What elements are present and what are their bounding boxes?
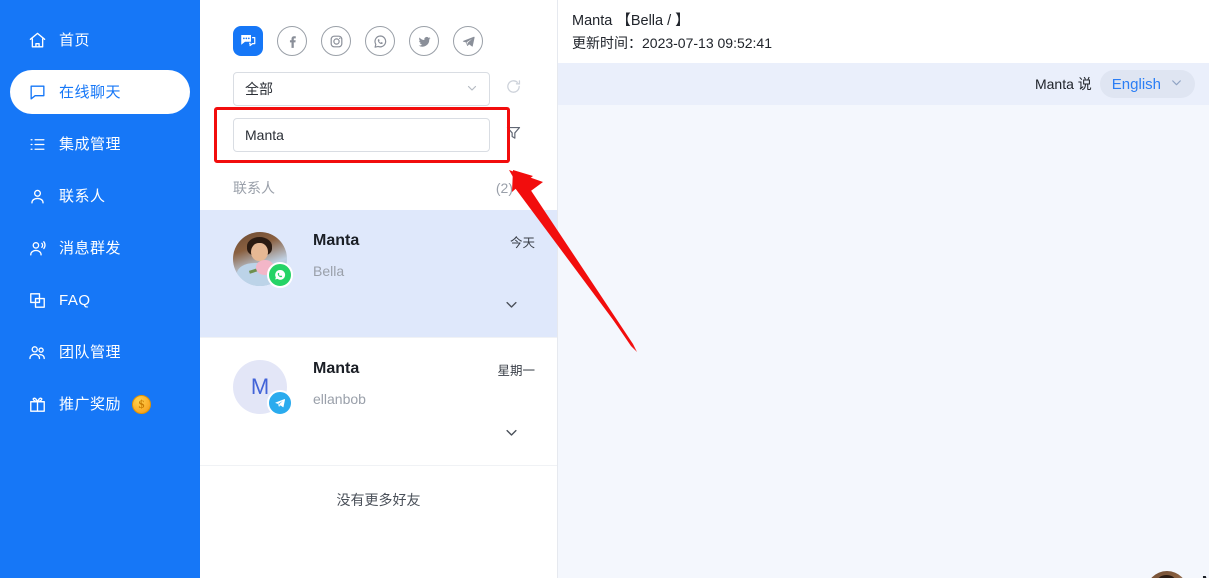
- filter-row-select: 全部: [233, 72, 524, 106]
- contact-time: 星期一: [497, 364, 535, 378]
- whatsapp-badge-icon: [267, 262, 293, 288]
- user-icon: [27, 186, 47, 206]
- channel-tab-instagram[interactable]: [321, 26, 351, 56]
- list-end-message: 没有更多好友: [336, 492, 421, 508]
- message-main: Manta 今天 09:52 Good morning, the best ea…: [1188, 571, 1209, 578]
- contact-list-count: (2): [495, 180, 513, 196]
- contact-body: Manta 今天 Bella: [287, 232, 557, 337]
- channel-tabs: [200, 0, 557, 56]
- broadcast-icon: [27, 238, 47, 258]
- sidebar-item-label: 集成管理: [59, 135, 122, 153]
- language-bar: Manta 说 English: [558, 63, 1209, 105]
- contact-name: Manta: [313, 232, 360, 249]
- sidebar-item-contacts[interactable]: 联系人: [10, 174, 190, 218]
- app-root: 首页 在线聊天 集成管理 联系人 消息群发 FAQ 团队管理 推广奖励 $ 全部…: [0, 0, 1209, 578]
- contact-subtitle: ellanbob: [313, 391, 366, 407]
- contact-top-row: Manta 今天: [313, 232, 545, 251]
- sidebar-item-broadcast[interactable]: 消息群发: [10, 226, 190, 270]
- telegram-badge-icon: [267, 390, 293, 416]
- contact-body: Manta 星期一 ellanbob: [287, 360, 557, 465]
- avatar-wrapper: [233, 232, 293, 288]
- avatar-wrapper: M: [233, 360, 293, 416]
- chevron-down-icon: [466, 82, 478, 97]
- expand-chevron-icon[interactable]: [504, 297, 519, 315]
- chat-header: Manta 【Bella / 】 更新时间：2023-07-13 09:52:4…: [558, 0, 1209, 63]
- conversation-list-panel: 全部 Manta 联系人 (2) Manta 今天 Bella M Manta …: [200, 0, 558, 578]
- contact-list-header: 联系人 (2): [200, 166, 557, 210]
- sidebar-item-label: 首页: [59, 31, 91, 49]
- users-icon: [27, 342, 47, 362]
- copy-icon: [27, 290, 47, 310]
- channel-tab-whatsapp[interactable]: [365, 26, 395, 56]
- contact-time: 今天: [509, 236, 535, 250]
- contact-list-item-1[interactable]: M Manta 星期一 ellanbob: [200, 338, 557, 466]
- sidebar-item-team[interactable]: 团队管理: [10, 330, 190, 374]
- message-avatar-wrapper: [1146, 571, 1188, 578]
- chat-messages: Manta 今天 09:52 Good morning, the best ea…: [558, 105, 1209, 578]
- sidebar-item-home[interactable]: 首页: [10, 18, 190, 62]
- coin-badge: $: [132, 394, 152, 414]
- contact-subtitle: Bella: [313, 263, 345, 279]
- sidebar-item-online-chat[interactable]: 在线聊天: [10, 70, 190, 114]
- avatar-photo: [1146, 571, 1188, 578]
- language-select[interactable]: English: [1099, 70, 1195, 98]
- contact-name: Manta: [313, 360, 360, 377]
- sidebar-item-label: FAQ: [59, 291, 91, 309]
- filter-controls: 全部 Manta: [200, 56, 557, 163]
- message-meta: Manta 今天 09:52: [1202, 571, 1209, 578]
- filter-icon: [505, 124, 522, 146]
- avatar-initial: M: [250, 374, 270, 399]
- chat-bubble-icon: [27, 82, 47, 102]
- status-select[interactable]: 全部: [233, 72, 490, 106]
- search-input-value: Manta: [245, 127, 284, 143]
- channel-tab-telegram[interactable]: [453, 26, 483, 56]
- channel-tab-chat[interactable]: [233, 26, 263, 56]
- sidebar-item-label: 在线聊天: [59, 83, 122, 101]
- language-select-value: English: [1111, 75, 1161, 93]
- contact-list-item-0[interactable]: Manta 今天 Bella: [200, 210, 557, 338]
- chat-title: Manta 【Bella / 】: [572, 13, 690, 29]
- channel-tab-twitter[interactable]: [409, 26, 439, 56]
- sidebar: 首页 在线聊天 集成管理 联系人 消息群发 FAQ 团队管理 推广奖励 $: [0, 0, 200, 578]
- status-select-value: 全部: [245, 81, 273, 97]
- refresh-button[interactable]: [502, 78, 524, 100]
- list-icon: [27, 134, 47, 154]
- filter-button[interactable]: [502, 124, 524, 146]
- filter-row-search: Manta: [233, 118, 524, 152]
- expand-chevron-icon[interactable]: [504, 425, 519, 443]
- contact-list-title: 联系人: [233, 180, 275, 196]
- gift-icon: [27, 394, 47, 414]
- sidebar-item-label: 消息群发: [59, 239, 122, 257]
- sidebar-item-faq[interactable]: FAQ: [10, 278, 190, 322]
- search-input[interactable]: Manta: [233, 118, 490, 152]
- chat-panel: Manta 【Bella / 】 更新时间：2023-07-13 09:52:4…: [558, 0, 1209, 578]
- message-item: Manta 今天 09:52 Good morning, the best ea…: [1146, 571, 1209, 578]
- chat-updated-time: 更新时间：2023-07-13 09:52:41: [572, 35, 772, 51]
- home-icon: [27, 30, 47, 50]
- chevron-down-icon: [1170, 76, 1183, 93]
- sidebar-item-label: 联系人: [59, 187, 106, 205]
- sidebar-item-integration[interactable]: 集成管理: [10, 122, 190, 166]
- refresh-icon: [505, 78, 522, 100]
- sidebar-item-label: 推广奖励: [59, 395, 122, 413]
- message-sender: Manta: [1202, 574, 1209, 578]
- language-speaker-label: Manta 说: [1034, 76, 1092, 92]
- avatar: [1146, 571, 1188, 578]
- sidebar-item-rewards[interactable]: 推广奖励 $: [10, 382, 190, 426]
- sidebar-item-label: 团队管理: [59, 343, 122, 361]
- contact-top-row: Manta 星期一: [313, 360, 545, 379]
- search-row-wrapper: Manta: [214, 107, 524, 163]
- channel-tab-facebook[interactable]: [277, 26, 307, 56]
